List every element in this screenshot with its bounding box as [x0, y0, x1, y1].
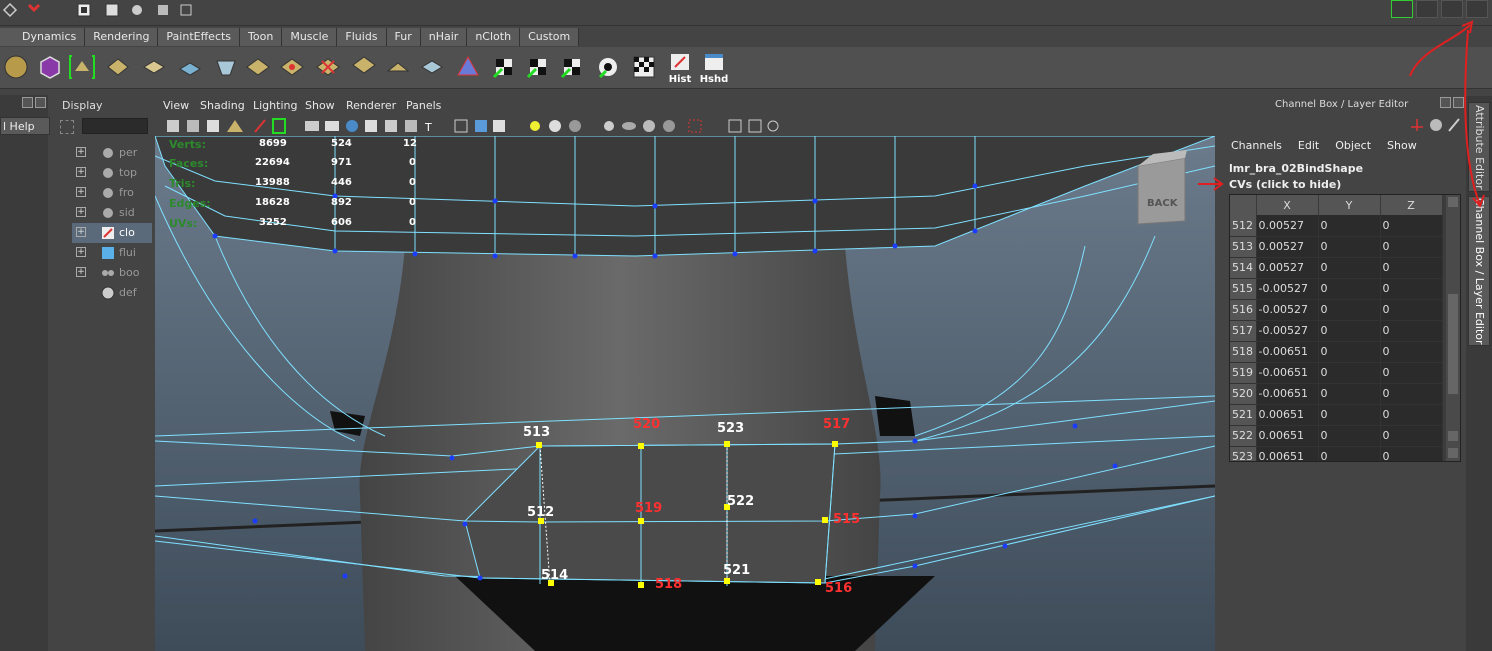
- maya-window: Dynamics Rendering PaintEffects Toon Mus…: [0, 0, 1492, 651]
- annotation-overlay: [1198, 20, 1485, 208]
- annotation-curve-top: [1409, 24, 1471, 77]
- annotation-curve-side: [1464, 29, 1481, 206]
